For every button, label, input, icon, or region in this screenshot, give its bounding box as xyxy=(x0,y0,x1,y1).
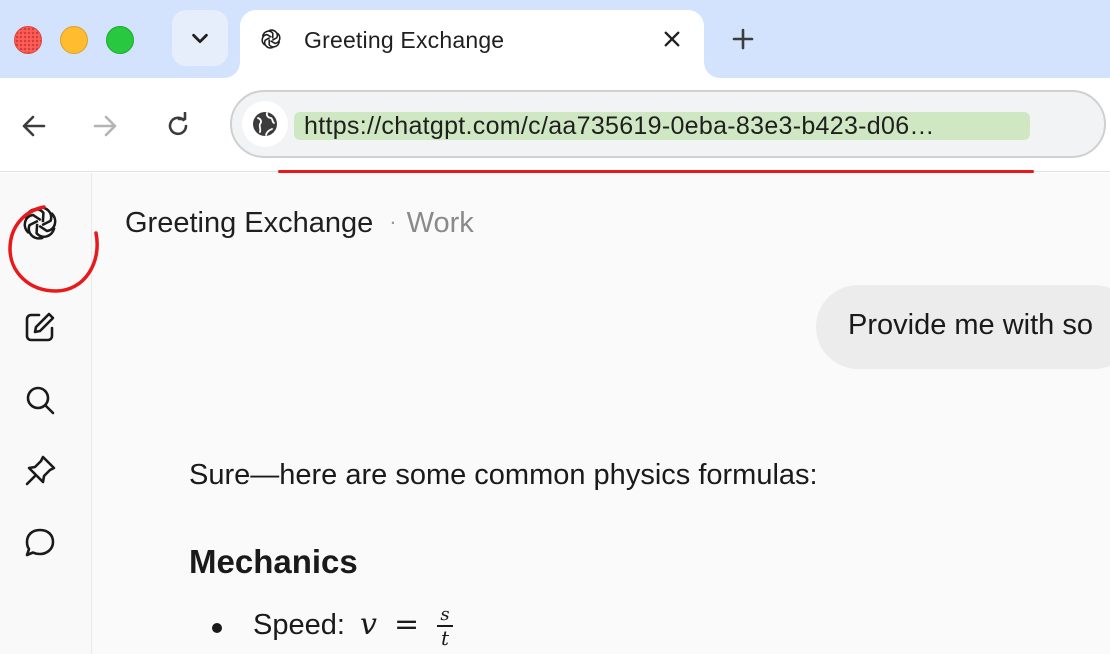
browser-tab-active[interactable]: Greeting Exchange xyxy=(240,10,704,78)
browser-toolbar: https://chatgpt.com/c/aa735619-0eba-83e3… xyxy=(0,78,1110,172)
window-close-button[interactable] xyxy=(14,26,42,54)
sidebar-item-chats[interactable] xyxy=(18,521,62,565)
address-bar[interactable]: https://chatgpt.com/c/aa735619-0eba-83e3… xyxy=(230,90,1106,158)
reload-icon xyxy=(168,112,188,136)
user-message-text: Provide me with so xyxy=(848,309,1093,341)
openai-logo-icon xyxy=(261,29,281,49)
plus-icon xyxy=(732,28,754,50)
formula-equals: = xyxy=(394,607,420,642)
back-button[interactable] xyxy=(14,106,54,146)
url-text[interactable]: https://chatgpt.com/c/aa735619-0eba-83e3… xyxy=(294,112,1030,140)
sidebar-item-pin[interactable] xyxy=(18,449,62,493)
header-separator: · xyxy=(389,209,397,234)
formula-fraction: s t xyxy=(436,605,454,649)
close-icon xyxy=(664,31,680,47)
list-bullet xyxy=(212,623,222,633)
new-tab-button[interactable] xyxy=(726,22,760,56)
sidebar-item-logo[interactable] xyxy=(18,201,62,245)
forward-button[interactable] xyxy=(85,106,125,146)
assistant-intro-text: Sure—here are some common physics formul… xyxy=(189,459,818,491)
chatgpt-page: Greeting Exchange · Work Provide me with s… xyxy=(0,173,1110,654)
site-info-button[interactable] xyxy=(242,101,288,147)
tab-close-button[interactable] xyxy=(658,25,686,53)
conversation-header: Greeting Exchange · Work xyxy=(125,207,474,240)
arrow-left-icon xyxy=(22,115,46,137)
reload-button[interactable] xyxy=(158,106,198,146)
openai-logo-icon xyxy=(23,206,57,240)
tab-title: Greeting Exchange xyxy=(304,27,505,53)
section-heading: Mechanics xyxy=(189,543,358,580)
sidebar-rail xyxy=(0,173,99,654)
project-name[interactable]: Work xyxy=(407,207,474,239)
window-minimize-button[interactable] xyxy=(60,26,88,54)
chevron-down-icon xyxy=(192,33,208,44)
conversation-title[interactable]: Greeting Exchange xyxy=(125,207,373,239)
list-item-label: Speed: xyxy=(253,609,345,641)
formula-variable: v xyxy=(360,607,377,642)
globe-icon xyxy=(253,112,277,136)
tab-search-button[interactable] xyxy=(172,10,228,66)
arrow-right-icon xyxy=(93,115,117,137)
user-message-bubble: Provide me with so xyxy=(816,285,1110,369)
search-icon xyxy=(26,386,55,415)
sidebar-item-search[interactable] xyxy=(18,378,62,422)
window-maximize-button[interactable] xyxy=(106,26,134,54)
sidebar-item-new-chat[interactable] xyxy=(18,305,62,349)
edit-icon xyxy=(25,312,55,342)
pin-icon xyxy=(25,455,56,486)
browser-tab-strip: Greeting Exchange xyxy=(0,0,1110,78)
fraction-numerator: s xyxy=(440,604,450,625)
chat-bubble-icon xyxy=(25,528,55,557)
fraction-denominator: t xyxy=(440,626,450,650)
